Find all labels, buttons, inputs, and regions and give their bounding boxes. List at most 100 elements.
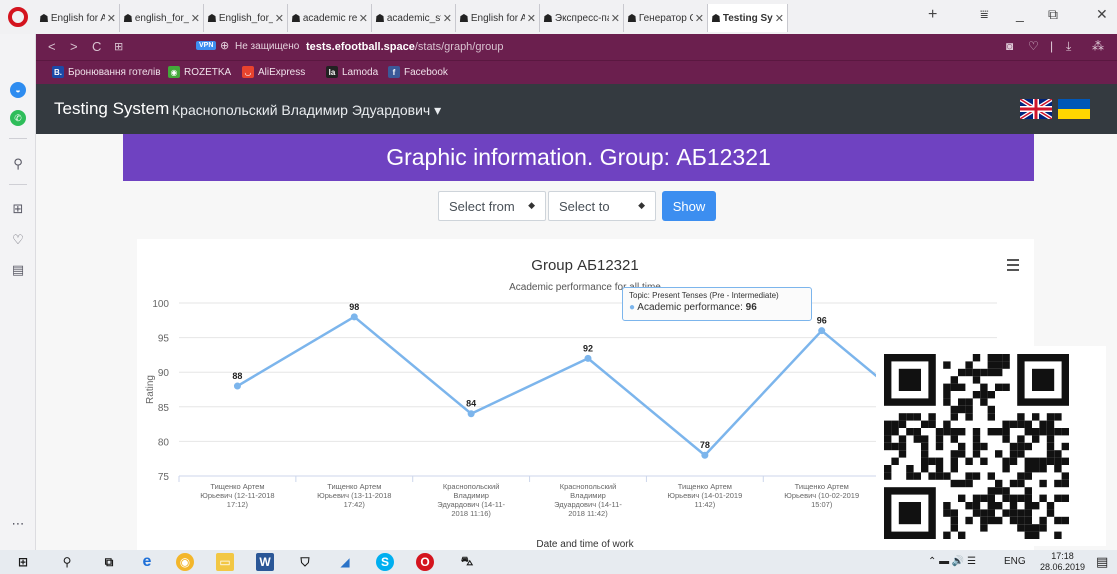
messenger-icon[interactable]: ◒ — [8, 80, 28, 100]
reload-icon[interactable]: C — [92, 39, 101, 54]
edge-icon[interactable]: e — [138, 553, 156, 571]
tab-close-icon[interactable]: ✕ — [611, 12, 620, 25]
browser-tab[interactable]: ☗academic rea✕ — [288, 4, 372, 32]
uk-flag-icon[interactable] — [1020, 99, 1052, 119]
chart-menu-icon[interactable] — [1007, 259, 1019, 274]
qr-module — [987, 509, 995, 517]
qr-module — [965, 413, 973, 421]
url-field[interactable]: tests.efootball.space/stats/graph/group — [306, 41, 504, 53]
select-from-dropdown[interactable]: Select from ◆ — [438, 191, 546, 221]
back-icon[interactable]: < — [48, 39, 56, 54]
tab-close-icon[interactable]: ✕ — [359, 12, 368, 25]
browser-tab[interactable]: ☗academic_stu✕ — [372, 4, 456, 32]
qr-module — [980, 391, 988, 399]
bookmark-icon: ◉ — [168, 66, 180, 78]
data-point — [584, 354, 592, 362]
new-tab-button[interactable]: + — [928, 6, 937, 24]
brand-title[interactable]: Testing System — [54, 99, 169, 119]
store-icon[interactable]: ⛉ — [296, 553, 314, 571]
qr-module — [1017, 413, 1025, 421]
app-icon[interactable]: ◢ — [336, 553, 354, 571]
word-icon[interactable]: W — [256, 553, 274, 571]
download-icon[interactable]: ⤓ — [1066, 39, 1071, 54]
qr-module — [943, 531, 951, 539]
search-icon[interactable]: ⚲ — [8, 154, 28, 174]
globe-icon: ⊕ — [220, 40, 230, 52]
restore-icon[interactable]: ⧉ — [1048, 6, 1058, 23]
heart-icon[interactable]: ♡ — [1028, 39, 1039, 53]
heart-icon[interactable]: ♡ — [8, 230, 28, 250]
browser-tab[interactable]: ☗english_for_a✕ — [120, 4, 204, 32]
camera-icon[interactable]: ◙ — [1006, 39, 1013, 53]
x-tick-label: Тищенко Артем Юрьевич (13-11-2018 17:42) — [317, 482, 391, 509]
file-explorer-icon[interactable]: ▭ — [216, 553, 234, 571]
news-icon[interactable]: ▤ — [8, 260, 28, 280]
bookmark-item[interactable]: f Facebook — [388, 66, 448, 78]
select-to-dropdown[interactable]: Select to ◆ — [548, 191, 656, 221]
search-icon[interactable]: ⚲ — [58, 553, 76, 571]
forward-icon[interactable]: > — [70, 39, 78, 54]
notifications-icon[interactable]: ▤ — [1096, 554, 1108, 570]
qr-module — [1054, 428, 1062, 436]
minimize-icon[interactable]: _ — [1016, 6, 1024, 22]
tray-icons[interactable]: ⌃ ▬ 🔊 ☰ — [928, 556, 976, 567]
tab-title: Экспресс-па — [554, 12, 609, 24]
app-icon-2[interactable]: ⛍ — [458, 553, 476, 571]
qr-module — [987, 516, 995, 525]
chrome-icon[interactable]: ◉ — [176, 553, 194, 571]
qr-module — [995, 428, 1003, 436]
bookmark-item[interactable]: la Lamoda — [326, 66, 378, 78]
tab-close-icon[interactable]: ✕ — [527, 12, 536, 25]
tab-close-icon[interactable]: ✕ — [107, 12, 116, 25]
tab-close-icon[interactable]: ✕ — [443, 12, 452, 25]
speed-dial-icon[interactable]: ⊞ — [114, 40, 123, 53]
qr-module — [980, 457, 988, 465]
skype-icon[interactable]: S — [376, 553, 394, 571]
qr-module — [913, 413, 921, 421]
bookmark-label: Lamoda — [342, 66, 379, 78]
qr-module — [906, 465, 914, 473]
bookmark-item[interactable]: B. Бронювання готелів — [52, 66, 161, 78]
browser-tab[interactable]: ☗Testing Syste✕ — [708, 4, 788, 32]
not-secure-label[interactable]: Не защищено — [235, 41, 299, 52]
page-banner: Graphic information. Group: АБ12321 — [123, 134, 1034, 181]
language-indicator[interactable]: ENG — [1004, 556, 1026, 567]
browser-tab[interactable]: ☗English_for_A✕ — [204, 4, 288, 32]
opera-icon[interactable]: O — [416, 553, 434, 571]
qr-module — [1046, 413, 1055, 421]
show-button[interactable]: Show — [662, 191, 716, 221]
task-view-icon[interactable]: ⧉ — [100, 553, 118, 571]
browser-tab[interactable]: ☗ English for A ✕ — [456, 4, 540, 32]
qr-module — [958, 450, 966, 458]
more-icon[interactable]: ⋯ — [8, 514, 28, 534]
tab-close-icon[interactable]: ✕ — [191, 12, 200, 25]
qr-module — [987, 413, 995, 421]
browser-tab[interactable]: ☗ Экспресс-па ✕ — [540, 4, 624, 32]
qr-module — [913, 472, 921, 480]
extensions-icon[interactable]: ⁂ — [1092, 39, 1104, 53]
tab-menu-icon[interactable]: ⩸ — [980, 6, 989, 23]
qr-module — [921, 450, 929, 458]
browser-tab[interactable]: ☗ Генератор С ✕ — [624, 4, 708, 32]
close-window-icon[interactable]: ✕ — [1096, 6, 1108, 23]
bookmark-item[interactable]: ◉ ROZETKA — [168, 66, 231, 78]
whatsapp-icon[interactable]: ✆ — [8, 108, 28, 128]
tab-close-icon[interactable]: ✕ — [695, 12, 704, 25]
tab-close-icon[interactable]: ✕ — [775, 12, 784, 25]
qr-module — [950, 457, 958, 465]
windows-start-icon[interactable]: ⊞ — [14, 553, 32, 571]
speed-dial-icon[interactable]: ⊞ — [8, 199, 28, 219]
bookmark-item[interactable]: ◡ AliExpress — [242, 66, 305, 78]
qr-module — [995, 361, 1003, 369]
data-point — [350, 313, 358, 321]
bookmark-icon: ◡ — [242, 66, 254, 78]
tab-favicon-icon: ☗ — [459, 12, 469, 25]
data-point — [701, 451, 709, 459]
clock[interactable]: 17:18 28.06.2019 — [1040, 551, 1085, 573]
ua-flag-icon[interactable] — [1058, 99, 1090, 119]
tab-close-icon[interactable]: ✕ — [275, 12, 284, 25]
user-dropdown[interactable]: Краснопольский Владимир Эдуардович ▾ — [172, 102, 441, 119]
opera-logo-icon[interactable] — [8, 7, 28, 27]
vpn-badge[interactable]: VPN — [196, 41, 217, 50]
browser-tab[interactable]: ☗ English for A ✕ — [36, 4, 120, 32]
